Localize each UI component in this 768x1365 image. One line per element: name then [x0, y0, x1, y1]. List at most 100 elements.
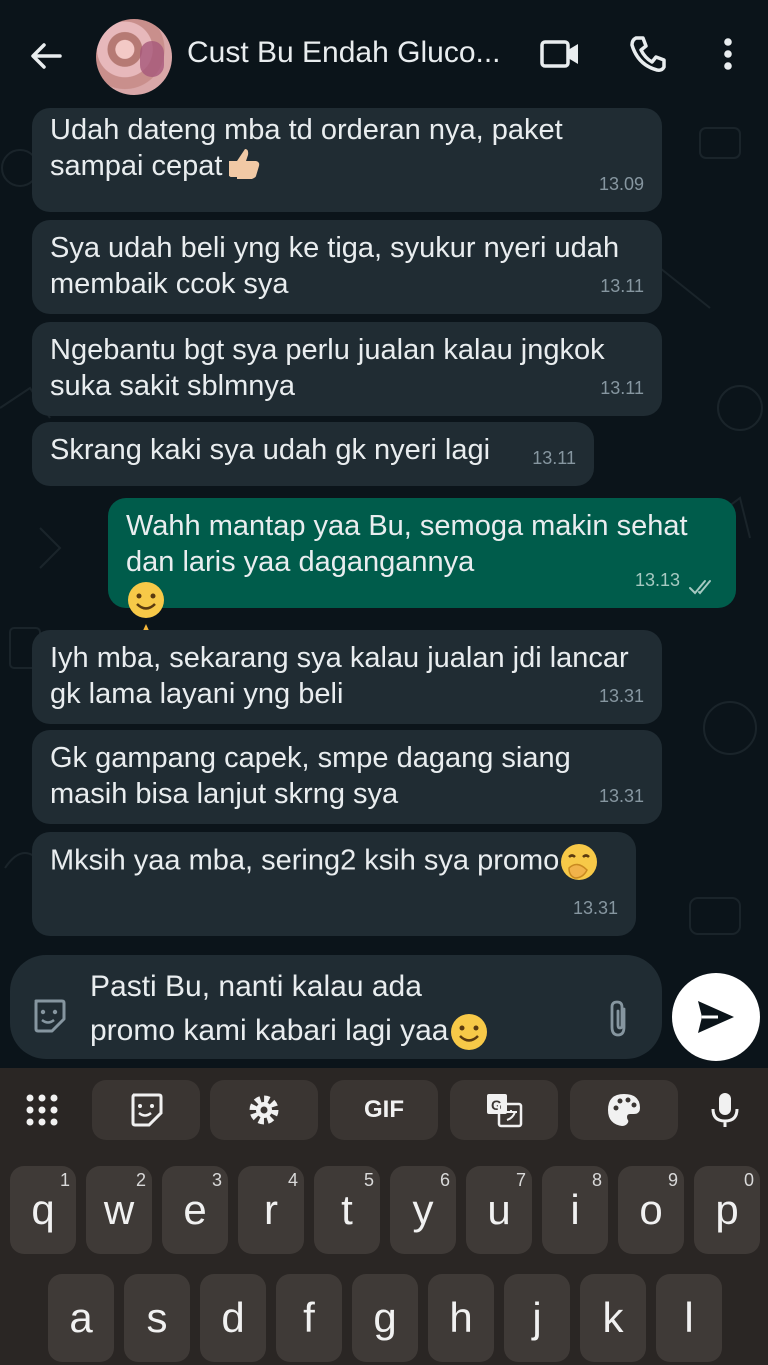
avatar[interactable] [96, 19, 172, 95]
key-j[interactable]: j [504, 1274, 570, 1362]
smile-emoji-icon [128, 582, 164, 618]
message-text: Gk gampang capek, smpe dagang siang masi… [50, 742, 571, 810]
emoji-sticker-icon[interactable] [30, 997, 68, 1035]
send-button[interactable] [672, 973, 760, 1061]
key-hint: 9 [667, 1170, 678, 1190]
key-label: o [639, 1186, 663, 1233]
phone-icon[interactable] [626, 32, 670, 76]
key-label: f [303, 1294, 315, 1341]
voice-input-button[interactable] [690, 1080, 760, 1140]
contact-name[interactable]: Cust Bu Endah Gluco... [187, 36, 501, 70]
sticker-button[interactable] [92, 1080, 200, 1140]
translate-icon: G [487, 1094, 523, 1128]
key-label: u [487, 1186, 511, 1233]
key-hint: 4 [287, 1170, 298, 1190]
key-label: l [684, 1294, 694, 1341]
message-text: Skrang kaki sya udah gk nyeri lagi [50, 434, 491, 466]
message-text: Ngebantu bgt sya perlu jualan kalau jngk… [50, 334, 605, 402]
key-label: e [183, 1186, 207, 1233]
key-label: g [373, 1294, 397, 1341]
key-hint: 7 [515, 1170, 526, 1190]
more-vertical-icon[interactable] [706, 32, 750, 76]
key-label: j [532, 1294, 542, 1341]
key-w[interactable]: 2w [86, 1166, 152, 1254]
key-s[interactable]: s [124, 1274, 190, 1362]
message-text: Sya udah beli yng ke tiga, syukur nyeri … [50, 232, 620, 300]
message-incoming[interactable]: Gk gampang capek, smpe dagang siang masi… [32, 730, 662, 824]
attach-paperclip-icon[interactable] [604, 999, 634, 1039]
message-time: 13.31 [572, 898, 618, 918]
key-o[interactable]: 9o [618, 1166, 684, 1254]
key-label: s [146, 1294, 168, 1341]
key-label: k [602, 1294, 624, 1341]
send-icon [698, 1001, 734, 1033]
message-time: 13.09 [598, 174, 644, 194]
message-outgoing[interactable]: Wahh mantap yaa Bu, semoga makin sehat d… [108, 498, 736, 656]
smile-emoji-icon [450, 1014, 487, 1051]
key-u[interactable]: 7u [466, 1166, 532, 1254]
message-text: Mksih yaa mba, sering2 ksih sya promo [50, 844, 560, 877]
key-hint: 1 [59, 1170, 70, 1190]
message-text: Wahh mantap yaa Bu, semoga makin sehat d… [126, 510, 688, 578]
key-r[interactable]: 4r [238, 1166, 304, 1254]
key-label: i [570, 1186, 580, 1233]
message-incoming[interactable]: Skrang kaki sya udah gk nyeri lagi 13.11 [32, 422, 594, 486]
key-d[interactable]: d [200, 1274, 266, 1362]
key-i[interactable]: 8i [542, 1166, 608, 1254]
palette-icon [608, 1094, 640, 1126]
message-incoming[interactable]: Sya udah beli yng ke tiga, syukur nyeri … [32, 220, 662, 314]
read-receipt-icon [689, 580, 711, 595]
message-text: Iyh mba, sekarang sya kalau jualan jdi l… [50, 642, 629, 710]
message-time: 13.31 [598, 686, 644, 706]
key-label: w [103, 1186, 135, 1233]
key-label: r [264, 1186, 278, 1233]
key-q[interactable]: 1q [10, 1166, 76, 1254]
message-time: 13.11 [532, 448, 576, 468]
translate-button[interactable]: G [450, 1080, 558, 1140]
key-e[interactable]: 3e [162, 1166, 228, 1254]
apps-grid-button[interactable] [0, 1080, 84, 1140]
key-hint: 3 [211, 1170, 222, 1190]
key-g[interactable]: g [352, 1274, 418, 1362]
message-time: 13.11 [600, 276, 644, 296]
key-a[interactable]: a [48, 1274, 114, 1362]
message-input[interactable]: Pasti Bu, nanti kalau ada promo kami kab… [90, 965, 570, 1053]
thumbs-up-emoji-icon [228, 149, 259, 180]
message-input-bar[interactable]: Pasti Bu, nanti kalau ada promo kami kab… [10, 955, 662, 1059]
key-hint: 0 [743, 1170, 754, 1190]
key-hint: 8 [591, 1170, 602, 1190]
keyboard: GIF G 1q 2w 3e 4r 5t 6y 7u 8i 9o 0p a s … [0, 1068, 768, 1365]
message-input-text: Pasti Bu, nanti kalau ada promo kami kab… [90, 970, 449, 1047]
key-label: q [31, 1186, 55, 1233]
message-incoming[interactable]: Ngebantu bgt sya perlu jualan kalau jngk… [32, 322, 662, 416]
key-f[interactable]: f [276, 1274, 342, 1362]
chat-header: Cust Bu Endah Gluco... [0, 0, 768, 108]
theme-palette-button[interactable] [570, 1080, 678, 1140]
message-incoming[interactable]: Iyh mba, sekarang sya kalau jualan jdi l… [32, 630, 662, 724]
mic-icon [711, 1093, 739, 1127]
key-label: h [449, 1294, 473, 1341]
key-label: p [715, 1186, 739, 1233]
settings-button[interactable] [210, 1080, 318, 1140]
message-list[interactable]: Udah dateng mba td orderan nya, paket sa… [0, 108, 768, 1068]
message-incoming[interactable]: Udah dateng mba td orderan nya, paket sa… [32, 108, 662, 212]
video-call-icon[interactable] [538, 32, 582, 76]
key-hint: 2 [135, 1170, 146, 1190]
message-incoming[interactable]: Mksih yaa mba, sering2 ksih sya promo 13… [32, 832, 636, 936]
key-hint: 6 [439, 1170, 450, 1190]
gif-button[interactable]: GIF [330, 1080, 438, 1140]
key-y[interactable]: 6y [390, 1166, 456, 1254]
key-label: y [412, 1186, 434, 1233]
key-label: t [341, 1186, 353, 1233]
key-k[interactable]: k [580, 1274, 646, 1362]
key-label: d [221, 1294, 245, 1341]
hand-over-mouth-emoji-icon [561, 844, 598, 880]
key-l[interactable]: l [656, 1274, 722, 1362]
key-t[interactable]: 5t [314, 1166, 380, 1254]
message-time: 13.13 [634, 570, 680, 590]
back-arrow-icon[interactable] [26, 36, 66, 76]
key-h[interactable]: h [428, 1274, 494, 1362]
message-text: Udah dateng mba td orderan nya, paket sa… [50, 114, 563, 182]
key-p[interactable]: 0p [694, 1166, 760, 1254]
sticker-icon [131, 1093, 163, 1127]
